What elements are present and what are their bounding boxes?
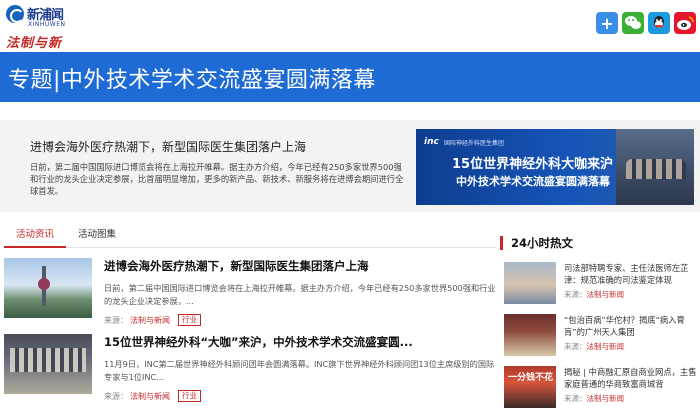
- thumbnail-caption: 一分钱不花: [508, 373, 554, 383]
- tab-gallery[interactable]: 活动图集: [66, 228, 128, 248]
- feature-image-line2: 中外技术学术交流盛宴圆满落幕: [456, 175, 610, 188]
- source-link[interactable]: 法制与新闻: [587, 342, 625, 351]
- article-item[interactable]: 15位世界神经外科“大咖”来沪，中外技术学术交流盛宴圆... 11月9日，INC…: [4, 334, 496, 406]
- sidebar-title: 24小时热文: [511, 236, 574, 250]
- inc-logo-subtitle: 国际神经外科医生集团: [444, 140, 505, 147]
- sidebar-header: 24小时热文: [500, 234, 700, 252]
- topic-title: 专题|中外技术学术交流盛宴圆满落幕: [8, 68, 376, 93]
- sidebar-thumbnail[interactable]: [504, 262, 556, 304]
- share-bar: +: [596, 12, 696, 34]
- feature-photo: [616, 129, 694, 205]
- category-tag[interactable]: 行业: [178, 390, 201, 402]
- source-link[interactable]: 法制与新闻: [587, 394, 625, 403]
- tab-bar: 活动资讯 活动图集: [4, 228, 496, 248]
- hot-sidebar: 24小时热文 司法部特聘专家、主任法医师左芷津：规范准确的司法鉴定体现 来源：法…: [500, 234, 700, 420]
- article-meta: 来源： 法制与新闻 行业: [104, 390, 496, 402]
- inc-logo: inc: [424, 137, 439, 147]
- tab-news[interactable]: 活动资讯: [4, 228, 67, 248]
- category-tag[interactable]: 行业: [178, 314, 201, 326]
- feature-description: 日前，第二届中国国际进口博览会将在上海拉开帷幕。据主办方介绍，今年已经有250多…: [30, 162, 404, 196]
- logo-badge-icon: [6, 4, 24, 23]
- sidebar-item-meta: 来源：法制与新闻: [564, 393, 700, 404]
- feature-text: 进博会海外医疗热潮下，新型国际医生集团落户上海 日前，第二届中国国际进口博览会将…: [30, 138, 410, 197]
- sidebar-item-body: 揭秘 | 中商融汇原自商业网点，主售家庭普通的华商致富商城背 来源：法制与新闻: [564, 366, 700, 404]
- source-label: 来源：: [104, 391, 128, 401]
- sidebar-item-text[interactable]: 司法部特聘专家、主任法医师左芷津：规范准确的司法鉴定体现: [564, 262, 700, 286]
- feature-image-line1: 15位世界神经外科大咖来沪: [452, 157, 614, 172]
- article-thumbnail[interactable]: [4, 258, 92, 318]
- sidebar-accent-bar: [500, 236, 503, 250]
- sidebar-item-body: “包治百病”华佗村？揭底“病入膏肓”的广州天人集团 来源：法制与新闻: [564, 314, 700, 352]
- sidebar-thumbnail[interactable]: [504, 314, 556, 356]
- sidebar-item-meta: 来源：法制与新闻: [564, 341, 700, 352]
- sidebar-item-meta: 来源：法制与新闻: [564, 289, 700, 300]
- plus-icon[interactable]: +: [596, 12, 618, 34]
- sidebar-item[interactable]: “包治百病”华佗村？揭底“病入膏肓”的广州天人集团 来源：法制与新闻: [504, 314, 700, 366]
- logo-english: XINHUWEN: [28, 21, 66, 28]
- wechat-icon[interactable]: [622, 12, 644, 34]
- source-label: 来源：: [564, 290, 587, 299]
- weibo-icon[interactable]: [674, 12, 696, 34]
- sidebar-item[interactable]: 司法部特聘专家、主任法医师左芷津：规范准确的司法鉴定体现 来源：法制与新闻: [504, 262, 700, 314]
- site-logo[interactable]: 新浦闻 XINHUWEN 法制与新闻: [6, 4, 72, 70]
- sidebar-item-text[interactable]: “包治百病”华佗村？揭底“病入膏肓”的广州天人集团: [564, 314, 700, 338]
- sidebar-item-body: 司法部特聘专家、主任法医师左芷津：规范准确的司法鉴定体现 来源：法制与新闻: [564, 262, 700, 300]
- article-title[interactable]: 15位世界神经外科“大咖”来沪，中外技术学术交流盛宴圆...: [104, 334, 496, 350]
- article-description: 11月9日，INC第二届世界神经外科顾问团年会圆满落幕。INC旗下世界神经外科顾…: [104, 359, 495, 382]
- article-description: 日前，第二届中国国际进口博览会将在上海拉开帷幕。据主办方介绍，今年已经有250多…: [104, 283, 496, 306]
- source-label: 来源：: [564, 342, 587, 351]
- sidebar-item[interactable]: 一分钱不花 揭秘 | 中商融汇原自商业网点，主售家庭普通的华商致富商城背 来源：…: [504, 366, 700, 418]
- sidebar-item-text[interactable]: 揭秘 | 中商融汇原自商业网点，主售家庭普通的华商致富商城背: [564, 366, 700, 390]
- site-header: 新浦闻 XINHUWEN 法制与新闻 +: [0, 0, 700, 70]
- qq-icon[interactable]: [648, 12, 670, 34]
- sidebar-thumbnail[interactable]: 一分钱不花: [504, 366, 556, 408]
- article-title[interactable]: 进博会海外医疗热潮下，新型国际医生集团落户上海: [104, 258, 496, 274]
- feature-title[interactable]: 进博会海外医疗热潮下，新型国际医生集团落户上海: [30, 138, 410, 155]
- source-label: 来源：: [564, 394, 587, 403]
- source-link[interactable]: 法制与新闻: [587, 290, 625, 299]
- topic-banner: 专题|中外技术学术交流盛宴圆满落幕: [0, 52, 700, 102]
- article-body: 15位世界神经外科“大咖”来沪，中外技术学术交流盛宴圆... 11月9日，INC…: [104, 334, 496, 402]
- source-label: 来源：: [104, 315, 128, 325]
- source-link[interactable]: 法制与新闻: [130, 315, 170, 326]
- feature-image[interactable]: inc 国际神经外科医生集团 15位世界神经外科大咖来沪 中外技术学术交流盛宴圆…: [416, 129, 694, 205]
- article-thumbnail[interactable]: [4, 334, 92, 394]
- article-body: 进博会海外医疗热潮下，新型国际医生集团落户上海 日前，第二届中国国际进口博览会将…: [104, 258, 496, 326]
- source-link[interactable]: 法制与新闻: [130, 391, 170, 402]
- article-item[interactable]: 进博会海外医疗热潮下，新型国际医生集团落户上海 日前，第二届中国国际进口博览会将…: [4, 258, 496, 330]
- article-meta: 来源： 法制与新闻 行业: [104, 314, 496, 326]
